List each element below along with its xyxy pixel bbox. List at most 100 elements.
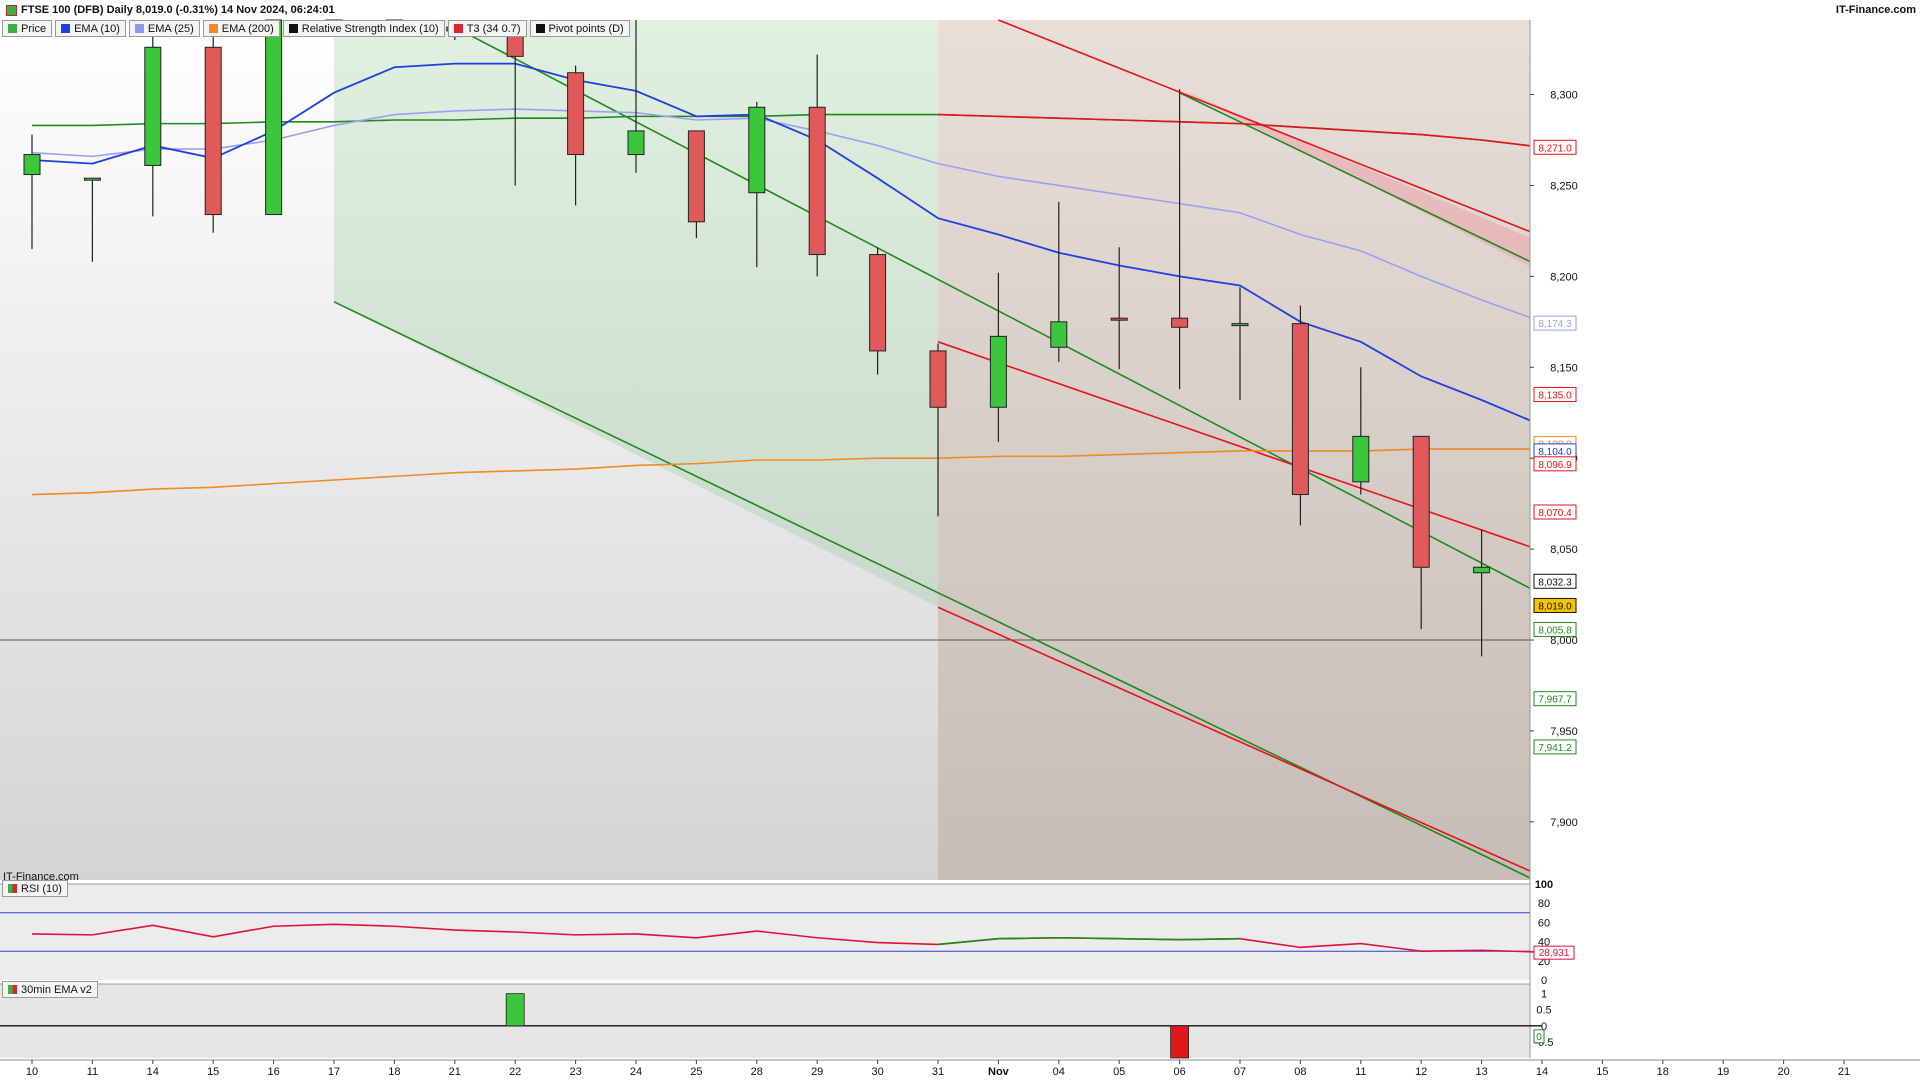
time-axis-label: 14 <box>1536 1066 1548 1078</box>
legend-item[interactable]: Relative Strength Index (10) <box>282 20 445 37</box>
legend-item[interactable]: T3 (34 0.7) <box>447 20 527 37</box>
time-axis-label: 04 <box>1053 1066 1065 1078</box>
price-axis-label: 8,150 <box>1550 362 1578 374</box>
chart-root: R3 DR2 DR1 DPiv DS1 DS2 DS3 D8,3008,2508… <box>0 0 1920 1080</box>
time-axis-label: 20 <box>1777 1066 1789 1078</box>
time-axis-label: 25 <box>690 1066 702 1078</box>
time-axis-label: 17 <box>328 1066 340 1078</box>
ema30-axis-label: 0.5 <box>1536 1005 1551 1017</box>
rsi-last-value: 28,931 <box>1539 948 1570 959</box>
price-axis-label: 8,300 <box>1550 90 1578 102</box>
rsi-axis-label: 100 <box>1535 879 1553 891</box>
price-axis-label: 8,050 <box>1550 544 1578 556</box>
pivot-price-tag: 7,941.2 <box>1538 743 1572 754</box>
legend-swatch-icon <box>8 24 17 33</box>
ema30-plot-background <box>0 984 1530 1058</box>
price-tag: 8,019.0 <box>1538 601 1572 612</box>
time-axis-label: 10 <box>26 1066 38 1078</box>
legend-label: Relative Strength Index (10) <box>301 22 439 35</box>
candle-body <box>1412 435 1430 568</box>
ema30-axis-label: 1 <box>1541 989 1547 1001</box>
rsi-axis-label: 80 <box>1538 898 1550 910</box>
candle-body <box>627 130 645 156</box>
legend-item[interactable]: EMA (200) <box>202 20 280 37</box>
chart-title-text: FTSE 100 (DFB) Daily 8,019.0 (-0.31%) 14… <box>21 4 335 16</box>
time-axis-label: 15 <box>1596 1066 1608 1078</box>
chart-title: FTSE 100 (DFB) Daily 8,019.0 (-0.31%) 14… <box>6 4 335 16</box>
legend-label: Pivot points (D) <box>548 22 624 35</box>
legend-label: EMA (25) <box>147 22 194 35</box>
time-axis-label: 07 <box>1234 1066 1246 1078</box>
time-axis-label: 15 <box>207 1066 219 1078</box>
pivot-price-tag: 8,135.0 <box>1538 391 1572 402</box>
legend-item[interactable]: Pivot points (D) <box>529 20 630 37</box>
time-axis-background <box>0 1060 1920 1080</box>
legend-swatch-icon <box>208 24 218 33</box>
candle-body <box>1171 317 1189 328</box>
legend-swatch-icon <box>134 24 144 33</box>
time-axis-label: 23 <box>569 1066 581 1078</box>
candle-body <box>144 46 162 166</box>
legend-label: EMA (10) <box>74 22 120 35</box>
candle-body <box>808 106 826 256</box>
pivot-price-tag: 8,005.8 <box>1538 625 1572 636</box>
candle-body <box>83 177 101 181</box>
ema30-legend[interactable]: 30min EMA v2 <box>2 981 98 998</box>
candle-body <box>23 154 41 176</box>
time-axis-label: 31 <box>932 1066 944 1078</box>
rsi-legend[interactable]: RSI (10) <box>2 880 68 897</box>
rsi-legend-label: RSI (10) <box>21 882 62 895</box>
rsi-axis-label: 60 <box>1538 917 1550 929</box>
candle-body <box>567 72 585 156</box>
legend-item[interactable]: Price <box>2 20 53 37</box>
time-axis-label: 16 <box>267 1066 279 1078</box>
ema30-last-value: 0 <box>1536 1032 1542 1043</box>
time-axis-label: 30 <box>871 1066 883 1078</box>
legend-swatch-icon <box>453 24 463 33</box>
rsi-axis-label: 0 <box>1541 975 1547 987</box>
candle-body <box>1231 323 1249 327</box>
time-axis-label: 21 <box>449 1066 461 1078</box>
legend-item[interactable]: EMA (25) <box>128 20 200 37</box>
candle-body <box>1352 435 1370 483</box>
time-axis-label: 22 <box>509 1066 521 1078</box>
candle-body <box>687 130 705 223</box>
price-axis-label: 8,200 <box>1550 271 1578 283</box>
candle-body <box>1473 566 1491 574</box>
candle-body <box>748 106 766 194</box>
legend-swatch-icon <box>61 24 71 33</box>
price-tag: 8,271.0 <box>1538 143 1572 154</box>
ema30-swatch-icon <box>8 985 17 994</box>
candle-body <box>1291 323 1309 496</box>
price-axis-label: 7,900 <box>1550 817 1578 829</box>
chart-canvas: R3 DR2 DR1 DPiv DS1 DS2 DS3 D8,3008,2508… <box>0 19 1920 1080</box>
rsi-swatch-icon <box>8 884 17 893</box>
candle-body <box>869 254 887 352</box>
time-axis-label: 28 <box>751 1066 763 1078</box>
candle-body <box>989 335 1007 408</box>
time-axis-label: 18 <box>388 1066 400 1078</box>
time-axis-label: 29 <box>811 1066 823 1078</box>
time-axis-label: 06 <box>1173 1066 1185 1078</box>
pivot-price-tag: 8,070.4 <box>1538 508 1572 519</box>
time-axis-label: 24 <box>630 1066 642 1078</box>
indicator-legend: Price EMA (10) EMA (25) EMA (200) Relative S… <box>2 20 630 37</box>
candle-body <box>204 46 222 216</box>
price-tag: 8,174.3 <box>1538 319 1572 330</box>
candle-body <box>265 19 283 216</box>
time-axis-label: 19 <box>1717 1066 1729 1078</box>
pivot-price-tag: 8,032.3 <box>1538 577 1572 588</box>
price-tag: 8,104.0 <box>1538 447 1572 458</box>
time-axis-label: 05 <box>1113 1066 1125 1078</box>
legend-swatch-icon <box>288 24 298 33</box>
pivot-price-tag: 7,967.7 <box>1538 695 1572 706</box>
time-axis-label: 11 <box>1355 1066 1366 1078</box>
legend-label: T3 (34 0.7) <box>466 22 521 35</box>
brand-label: IT-Finance.com <box>1835 4 1916 16</box>
price-axis-background <box>1530 20 1920 1080</box>
price-axis-label: 8,250 <box>1550 180 1578 192</box>
candle-body <box>1050 321 1068 348</box>
time-axis-label: Nov <box>988 1066 1010 1078</box>
ema30-legend-label: 30min EMA v2 <box>21 983 92 996</box>
legend-item[interactable]: EMA (10) <box>55 20 126 37</box>
